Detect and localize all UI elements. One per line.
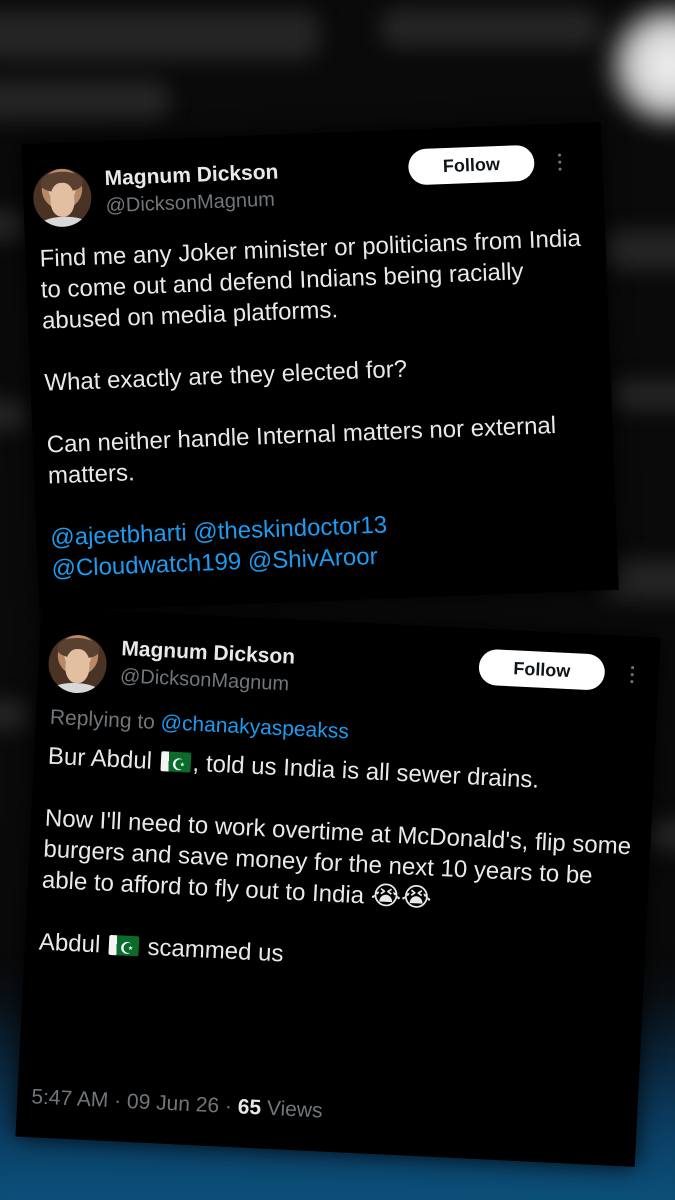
tweet-paragraph: Find me any Joker minister or politician… bbox=[39, 224, 582, 335]
mention-link[interactable]: @theskindoctor13 bbox=[193, 512, 388, 546]
pakistan-flag-icon bbox=[160, 751, 192, 773]
loudly-crying-face-emoji: 😭😭 bbox=[370, 880, 433, 914]
tweet-paragraph: What exactly are they elected for? bbox=[43, 355, 408, 397]
tweet-text: Find me any Joker minister or politician… bbox=[39, 223, 604, 585]
tweet-timestamp[interactable]: 5:47 AM · 09 Jun 26 · bbox=[31, 1085, 239, 1118]
text-span: scammed us bbox=[146, 933, 285, 968]
text-span: , told us India is all sewer drains. bbox=[191, 749, 540, 794]
view-count[interactable]: 65 bbox=[237, 1095, 261, 1119]
tweet-paragraph: Now I'll need to work overtime at McDona… bbox=[41, 803, 637, 925]
tweet-text: Replying to @chanakyaspeakss Bur Abdul ,… bbox=[38, 702, 642, 987]
mention-link[interactable]: @ShivAroor bbox=[247, 543, 378, 575]
follow-button[interactable]: Follow bbox=[407, 144, 536, 186]
text-span: Now I'll need to work overtime at McDona… bbox=[41, 804, 632, 910]
follow-button[interactable]: Follow bbox=[478, 648, 606, 691]
pakistan-flag-icon bbox=[108, 934, 140, 957]
screenshot-stage: Magnum Dickson @DicksonMagnum Follow Fin… bbox=[0, 0, 675, 1200]
tweet-paragraph: Abdul scammed us bbox=[38, 926, 631, 986]
mention-list: @ajeetbharti @theskindoctor13 @Cloudwatc… bbox=[50, 501, 604, 584]
views-label: Views bbox=[260, 1096, 324, 1123]
text-span: Abdul bbox=[38, 928, 101, 959]
tweet-card-1: Magnum Dickson @DicksonMagnum Follow Fin… bbox=[21, 122, 619, 612]
avatar[interactable] bbox=[32, 167, 93, 228]
mention-link[interactable]: @Cloudwatch199 bbox=[51, 548, 242, 582]
tweet-card-2: Magnum Dickson @DicksonMagnum Follow Rep… bbox=[15, 607, 661, 1167]
author-name[interactable]: Magnum Dickson bbox=[121, 637, 296, 669]
replying-prefix: Replying to bbox=[49, 705, 156, 734]
avatar[interactable] bbox=[47, 633, 108, 695]
replying-to-link[interactable]: @chanakyaspeakss bbox=[160, 711, 349, 743]
more-options-icon[interactable] bbox=[624, 654, 640, 695]
tweet-meta: 5:47 AM · 09 Jun 26 · 65 Views bbox=[31, 1085, 323, 1123]
more-options-icon[interactable] bbox=[552, 141, 568, 182]
tweet-paragraph: Can neither handle Internal matters nor … bbox=[46, 411, 557, 490]
mention-link[interactable]: @ajeetbharti bbox=[50, 519, 187, 551]
author-handle[interactable]: @DicksonMagnum bbox=[119, 665, 290, 696]
text-span: Bur Abdul bbox=[47, 742, 153, 775]
author-name[interactable]: Magnum Dickson bbox=[104, 160, 279, 191]
author-handle[interactable]: @DicksonMagnum bbox=[105, 189, 275, 218]
